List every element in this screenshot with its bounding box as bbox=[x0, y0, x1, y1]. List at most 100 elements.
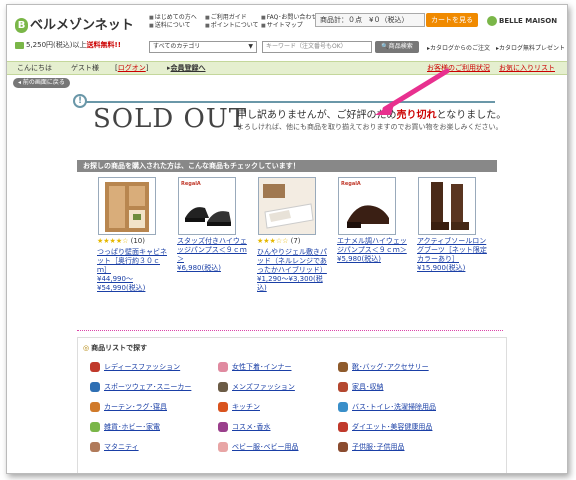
top-links: はじめての方へご利用ガイドFAQ･お問い合わせ送料についてポイントについてサイト… bbox=[149, 14, 319, 30]
belle-maison-logo[interactable]: BELLE MAISON bbox=[487, 16, 557, 26]
member-bar: こんにちは ゲスト様 [ログオン] ▸会員登録へ お客様のご利用状況 お気に入り… bbox=[7, 61, 567, 75]
shoe-icon bbox=[338, 362, 348, 372]
lingerie-icon bbox=[218, 362, 228, 372]
category-link[interactable]: 女性下着･インナー bbox=[218, 362, 292, 372]
product-name-link[interactable]: ひんやりジェル敷きパッド（ネルレンジであったかハイブリッド） bbox=[257, 248, 329, 275]
brand-mark-icon bbox=[487, 16, 497, 26]
category-label: カーテン･ラグ･寝具 bbox=[104, 403, 167, 411]
truck-icon bbox=[15, 41, 24, 49]
diet-icon bbox=[338, 422, 348, 432]
free-shipping-promo: 5,250円(税込)以上送料無料!! bbox=[15, 40, 121, 50]
rating-stars: ★★★★☆ (10) bbox=[97, 237, 145, 245]
category-link[interactable]: キッチン bbox=[218, 402, 260, 412]
category-label: 家具･収納 bbox=[352, 383, 384, 391]
hobby-icon bbox=[90, 422, 100, 432]
search-button[interactable]: 🔍商品検索 bbox=[375, 41, 419, 53]
category-link[interactable]: 雑貨･ホビー･家電 bbox=[90, 422, 160, 432]
link-beginners[interactable]: はじめての方へ bbox=[149, 14, 205, 22]
category-link[interactable]: メンズファッション bbox=[218, 382, 295, 392]
product-name-link[interactable]: アクティブソールロングブーツ［ネット限定カラーあり］ bbox=[417, 237, 489, 264]
category-list-title: 商品リストで探す bbox=[83, 343, 147, 353]
link-sitemap[interactable]: サイトマップ bbox=[261, 22, 317, 30]
curtain-icon bbox=[90, 402, 100, 412]
category-label: メンズファッション bbox=[232, 383, 295, 391]
product-name-link[interactable]: スタッズ付きハイウェッジパンプス＜９ｃｍ＞ bbox=[177, 237, 249, 264]
category-link[interactable]: ダイエット･美容健康用品 bbox=[338, 422, 432, 432]
rating-stars: ★★★☆☆ (7) bbox=[257, 237, 301, 245]
category-label: 子供服･子供用品 bbox=[352, 443, 405, 451]
gel-pad-image[interactable] bbox=[258, 177, 316, 235]
link-points[interactable]: ポイントについて bbox=[205, 22, 261, 30]
kitchen-icon bbox=[218, 402, 228, 412]
bath-icon bbox=[338, 402, 348, 412]
link-faq[interactable]: FAQ･お問い合わせ bbox=[261, 14, 318, 22]
keyword-search-input[interactable]: キーワード（注文番号もOK） bbox=[262, 41, 372, 53]
product-card[interactable]: RegalA スタッズ付きハイウェッジパンプス＜９ｃｍ＞ ¥6,980(税込) bbox=[177, 177, 249, 273]
product-price[interactable]: ¥6,980(税込) bbox=[177, 264, 249, 273]
kids-icon bbox=[338, 442, 348, 452]
category-label: マタニティ bbox=[104, 443, 139, 451]
site-logo[interactable]: B ベルメゾンネット bbox=[15, 14, 134, 33]
category-link[interactable]: バス･トイレ･洗濯掃除用品 bbox=[338, 402, 436, 412]
brand-tag: RegalA bbox=[341, 181, 361, 187]
category-link[interactable]: 子供服･子供用品 bbox=[338, 442, 405, 452]
cabinet-image[interactable] bbox=[98, 177, 156, 235]
category-label: コスメ･香水 bbox=[232, 423, 271, 431]
product-card[interactable]: ★★★★☆ (10) つっぱり壁面キャビネット［奥行約３０ｃｍ］ ¥44,990… bbox=[97, 177, 169, 293]
category-label: ダイエット･美容健康用品 bbox=[352, 423, 433, 431]
link-shipping[interactable]: 送料について bbox=[149, 22, 205, 30]
pink-arrow-icon bbox=[375, 68, 450, 115]
long-boots-image[interactable] bbox=[418, 177, 476, 235]
category-link[interactable]: カーテン･ラグ･寝具 bbox=[90, 402, 167, 412]
pumps-image[interactable]: RegalA bbox=[178, 177, 236, 235]
category-link[interactable]: コスメ･香水 bbox=[218, 422, 271, 432]
logo-mark-icon: B bbox=[15, 18, 28, 33]
login-link[interactable]: ログオン bbox=[118, 64, 146, 72]
product-card[interactable]: RegalA エナメル調ハイウェッジパンプス＜９ｃｍ＞ ¥5,980(税込) bbox=[337, 177, 409, 264]
category-link[interactable]: マタニティ bbox=[90, 442, 139, 452]
sneaker-icon bbox=[90, 382, 100, 392]
section-divider bbox=[77, 330, 503, 331]
maternity-icon bbox=[90, 442, 100, 452]
category-link[interactable]: ベビー服･ベビー用品 bbox=[218, 442, 299, 452]
product-card[interactable]: アクティブソールロングブーツ［ネット限定カラーあり］ ¥15,900(税込) bbox=[417, 177, 489, 273]
view-cart-button[interactable]: カートを見る bbox=[426, 13, 478, 27]
catalog-links[interactable]: ▸カタログからのご注文 ▸カタログ無料プレゼント bbox=[427, 43, 565, 52]
product-price[interactable]: ¥44,990〜¥54,990(税込) bbox=[97, 275, 169, 293]
dress-icon bbox=[90, 362, 100, 372]
category-label: レディースファッション bbox=[104, 363, 181, 371]
category-label: キッチン bbox=[232, 403, 260, 411]
guest-name: ゲスト様 bbox=[71, 64, 99, 72]
category-link[interactable]: スポーツウェア･スニーカー bbox=[90, 382, 191, 392]
product-name-link[interactable]: つっぱり壁面キャビネット［奥行約３０ｃｍ］ bbox=[97, 248, 169, 275]
login-link-wrap: [ログオン] bbox=[115, 64, 149, 72]
category-label: 靴･バッグ･アクセサリー bbox=[352, 363, 429, 371]
category-link[interactable]: 靴･バッグ･アクセサリー bbox=[338, 362, 429, 372]
chevron-down-icon: ▼ bbox=[248, 43, 253, 50]
baby-icon bbox=[218, 442, 228, 452]
browser-page: Bベルメゾンネット 5,250円(税込)以上送料無料!! はじめての方へご利用ガ… bbox=[6, 4, 568, 474]
greeting-text: こんにちは bbox=[17, 64, 52, 72]
category-label: ベビー服･ベビー用品 bbox=[232, 443, 299, 451]
product-name-link[interactable]: エナメル調ハイウェッジパンプス＜９ｃｍ＞ bbox=[337, 237, 409, 255]
register-link[interactable]: 会員登録へ bbox=[171, 64, 206, 72]
product-card[interactable]: ★★★☆☆ (7) ひんやりジェル敷きパッド（ネルレンジであったかハイブリッド）… bbox=[257, 177, 329, 293]
category-link[interactable]: 家具･収納 bbox=[338, 382, 384, 392]
cosmetics-icon bbox=[218, 422, 228, 432]
back-button[interactable]: ◂ 前の画面に戻る bbox=[13, 78, 70, 88]
product-price[interactable]: ¥15,900(税込) bbox=[417, 264, 489, 273]
product-price[interactable]: ¥1,290〜¥3,300(税込) bbox=[257, 275, 329, 293]
soldout-title: SOLD OUT bbox=[93, 104, 248, 134]
site-header: Bベルメゾンネット 5,250円(税込)以上送料無料!! はじめての方へご利用ガ… bbox=[7, 5, 567, 61]
category-link[interactable]: レディースファッション bbox=[90, 362, 180, 372]
link-guide[interactable]: ご利用ガイド bbox=[205, 14, 261, 22]
category-label: スポーツウェア･スニーカー bbox=[104, 383, 192, 391]
category-label: 女性下着･インナー bbox=[232, 363, 292, 371]
category-select[interactable]: すべてのカテゴリ ▼ bbox=[149, 41, 257, 53]
enamel-pumps-image[interactable]: RegalA bbox=[338, 177, 396, 235]
shirt-icon bbox=[218, 382, 228, 392]
product-price[interactable]: ¥5,980(税込) bbox=[337, 255, 409, 264]
exclamation-icon: ! bbox=[73, 94, 87, 108]
category-list: 商品リストで探す レディースファッション 女性下着･インナー 靴･バッグ･アクセサリ… bbox=[77, 337, 507, 473]
favorites-link[interactable]: お気に入りリスト bbox=[499, 62, 555, 74]
